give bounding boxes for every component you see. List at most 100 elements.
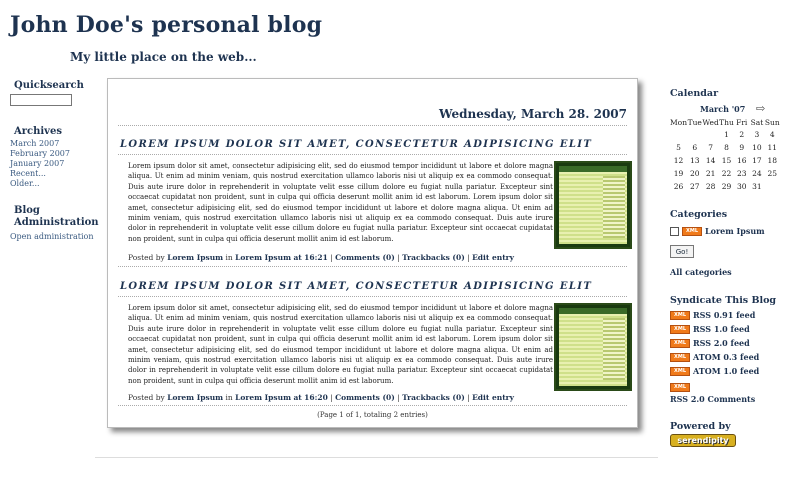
- calendar-week-row: 19 20 21 22 23 24 25: [670, 167, 780, 180]
- calendar-day: 2: [739, 130, 745, 139]
- in-label: in: [225, 393, 233, 402]
- calendar-day: 20: [689, 169, 700, 178]
- archive-link-january-2007[interactable]: January 2007: [10, 159, 100, 169]
- archive-link-recent[interactable]: Recent...: [10, 169, 100, 179]
- calendar-day: 3: [754, 130, 760, 139]
- calendar-day: 4: [769, 130, 775, 139]
- comments-link[interactable]: Comments (0): [335, 253, 395, 262]
- xml-feed-icon[interactable]: XML: [682, 226, 702, 236]
- trackbacks-link[interactable]: Trackbacks (0): [402, 393, 465, 402]
- category-link[interactable]: Lorem Ipsum: [705, 226, 765, 236]
- trackbacks-link[interactable]: Trackbacks (0): [402, 253, 465, 262]
- in-label: in: [225, 253, 233, 262]
- calendar-day: 19: [673, 169, 684, 178]
- entry-title[interactable]: Lorem ipsum dolor sit amet, consectetur …: [120, 281, 592, 292]
- entry-thumbnail-image: [554, 303, 632, 391]
- at-label: at: [293, 393, 302, 402]
- calendar-day: [765, 180, 780, 193]
- category-link[interactable]: Lorem Ipsum: [235, 253, 291, 262]
- calendar-day: 31: [752, 182, 762, 191]
- calendar-day: 25: [767, 169, 778, 178]
- calendar-day: 23: [736, 169, 747, 178]
- calendar-week-row: 26 27 28 29 30 31: [670, 180, 780, 193]
- feed-rss-10[interactable]: XML RSS 1.0 feed: [670, 324, 780, 334]
- calendar-day: 17: [752, 156, 762, 165]
- entry-title-divider: [118, 154, 627, 155]
- calendar-month-label: March '07: [700, 104, 746, 114]
- footer-divider: [95, 457, 658, 458]
- xml-feed-icon: XML: [670, 324, 690, 334]
- open-administration-link[interactable]: Open administration: [10, 232, 100, 242]
- calendar-day: 12: [673, 156, 684, 165]
- category-link[interactable]: Lorem Ipsum: [235, 393, 291, 402]
- main-content: Wednesday, March 28. 2007 Lorem ipsum do…: [107, 78, 638, 428]
- xml-feed-icon: XML: [670, 366, 690, 376]
- edit-entry-link[interactable]: Edit entry: [472, 253, 514, 262]
- quicksearch-title: Quicksearch: [14, 80, 84, 91]
- calendar-week-row: 5 6 7 8 9 10 11: [670, 141, 780, 154]
- feed-rss-091[interactable]: XML RSS 0.91 feed: [670, 310, 780, 320]
- calendar-day: 21: [705, 169, 716, 178]
- footer-separator: |: [330, 253, 333, 262]
- calendar-grid: Mon Tue Wed Thu Fri Sat Sun 1 2 3 4 5 6 …: [670, 116, 780, 193]
- feed-label: RSS 0.91 feed: [693, 310, 756, 320]
- feed-label: ATOM 0.3 feed: [693, 352, 760, 362]
- archive-link-older[interactable]: Older...: [10, 179, 100, 189]
- calendar-day: [670, 128, 687, 141]
- entry-footer: Posted by Lorem Ipsum in Lorem Ipsum at …: [128, 253, 514, 262]
- blog-title[interactable]: John Doe's personal blog: [10, 12, 322, 38]
- footer-separator: |: [397, 393, 400, 402]
- calendar-day: 29: [721, 182, 732, 191]
- archives-title: Archives: [14, 126, 62, 137]
- date-header: Wednesday, March 28. 2007: [438, 107, 627, 121]
- calendar-day: [687, 128, 702, 141]
- calendar-day: 24: [752, 169, 762, 178]
- calendar-weekday-row: Mon Tue Wed Thu Fri Sat Sun: [670, 116, 780, 128]
- xml-feed-icon[interactable]: XML: [670, 383, 690, 392]
- feed-atom-03[interactable]: XML ATOM 0.3 feed: [670, 352, 780, 362]
- weekday-label: Sat: [750, 117, 764, 127]
- entry-separator: [118, 266, 627, 267]
- entry-time-link[interactable]: 16:20: [304, 393, 328, 402]
- calendar-day: 11: [767, 143, 778, 152]
- calendar-day: 16: [736, 156, 747, 165]
- calendar-week-row: 1 2 3 4: [670, 128, 780, 141]
- feed-label: RSS 2.0 feed: [693, 338, 750, 348]
- entry-title[interactable]: Lorem ipsum dolor sit amet, consectetur …: [120, 139, 592, 150]
- footer-separator: |: [397, 253, 400, 262]
- blog-admin-title: Blog Administration: [14, 205, 99, 228]
- rss-comments-link[interactable]: RSS 2.0 Comments: [670, 394, 780, 404]
- xml-feed-icon: XML: [670, 310, 690, 320]
- entry-time-link[interactable]: 16:21: [304, 253, 328, 262]
- calendar-day: 6: [692, 143, 698, 152]
- feed-rss-20[interactable]: XML RSS 2.0 feed: [670, 338, 780, 348]
- weekday-label: Mon: [670, 117, 688, 127]
- quicksearch-input[interactable]: [10, 94, 72, 106]
- pagination-info: (Page 1 of 1, totaling 2 entries): [317, 411, 428, 419]
- calendar-day: [702, 128, 718, 141]
- feed-atom-10[interactable]: XML ATOM 1.0 feed: [670, 366, 780, 376]
- left-sidebar: Quicksearch Archives March 2007 February…: [10, 80, 100, 242]
- archive-link-february-2007[interactable]: February 2007: [10, 149, 100, 159]
- comments-link[interactable]: Comments (0): [335, 393, 395, 402]
- calendar-day: 10: [752, 143, 762, 152]
- serendipity-logo[interactable]: serendipity: [670, 434, 736, 447]
- calendar-day: 5: [676, 143, 681, 152]
- calendar-week-row: 12 13 14 15 16 17 18: [670, 154, 780, 167]
- author-link[interactable]: Lorem Ipsum: [167, 253, 223, 262]
- calendar-header: March '07 ⇨: [670, 102, 780, 116]
- go-button[interactable]: Go!: [670, 245, 694, 258]
- date-divider: [118, 125, 627, 126]
- archive-link-march-2007[interactable]: March 2007: [10, 139, 100, 149]
- calendar-day: 9: [739, 143, 745, 152]
- calendar-title: Calendar: [670, 88, 719, 99]
- blog-description: My little place on the web...: [70, 50, 257, 64]
- edit-entry-link[interactable]: Edit entry: [472, 393, 514, 402]
- calendar-day: 30: [736, 182, 747, 191]
- comments-feed-icon-row[interactable]: XML: [670, 380, 780, 392]
- arrow-right-icon[interactable]: ⇨: [756, 102, 765, 115]
- author-link[interactable]: Lorem Ipsum: [167, 393, 223, 402]
- all-categories-link[interactable]: All categories: [670, 267, 780, 277]
- category-checkbox[interactable]: [670, 226, 679, 236]
- calendar-day: 26: [673, 182, 684, 191]
